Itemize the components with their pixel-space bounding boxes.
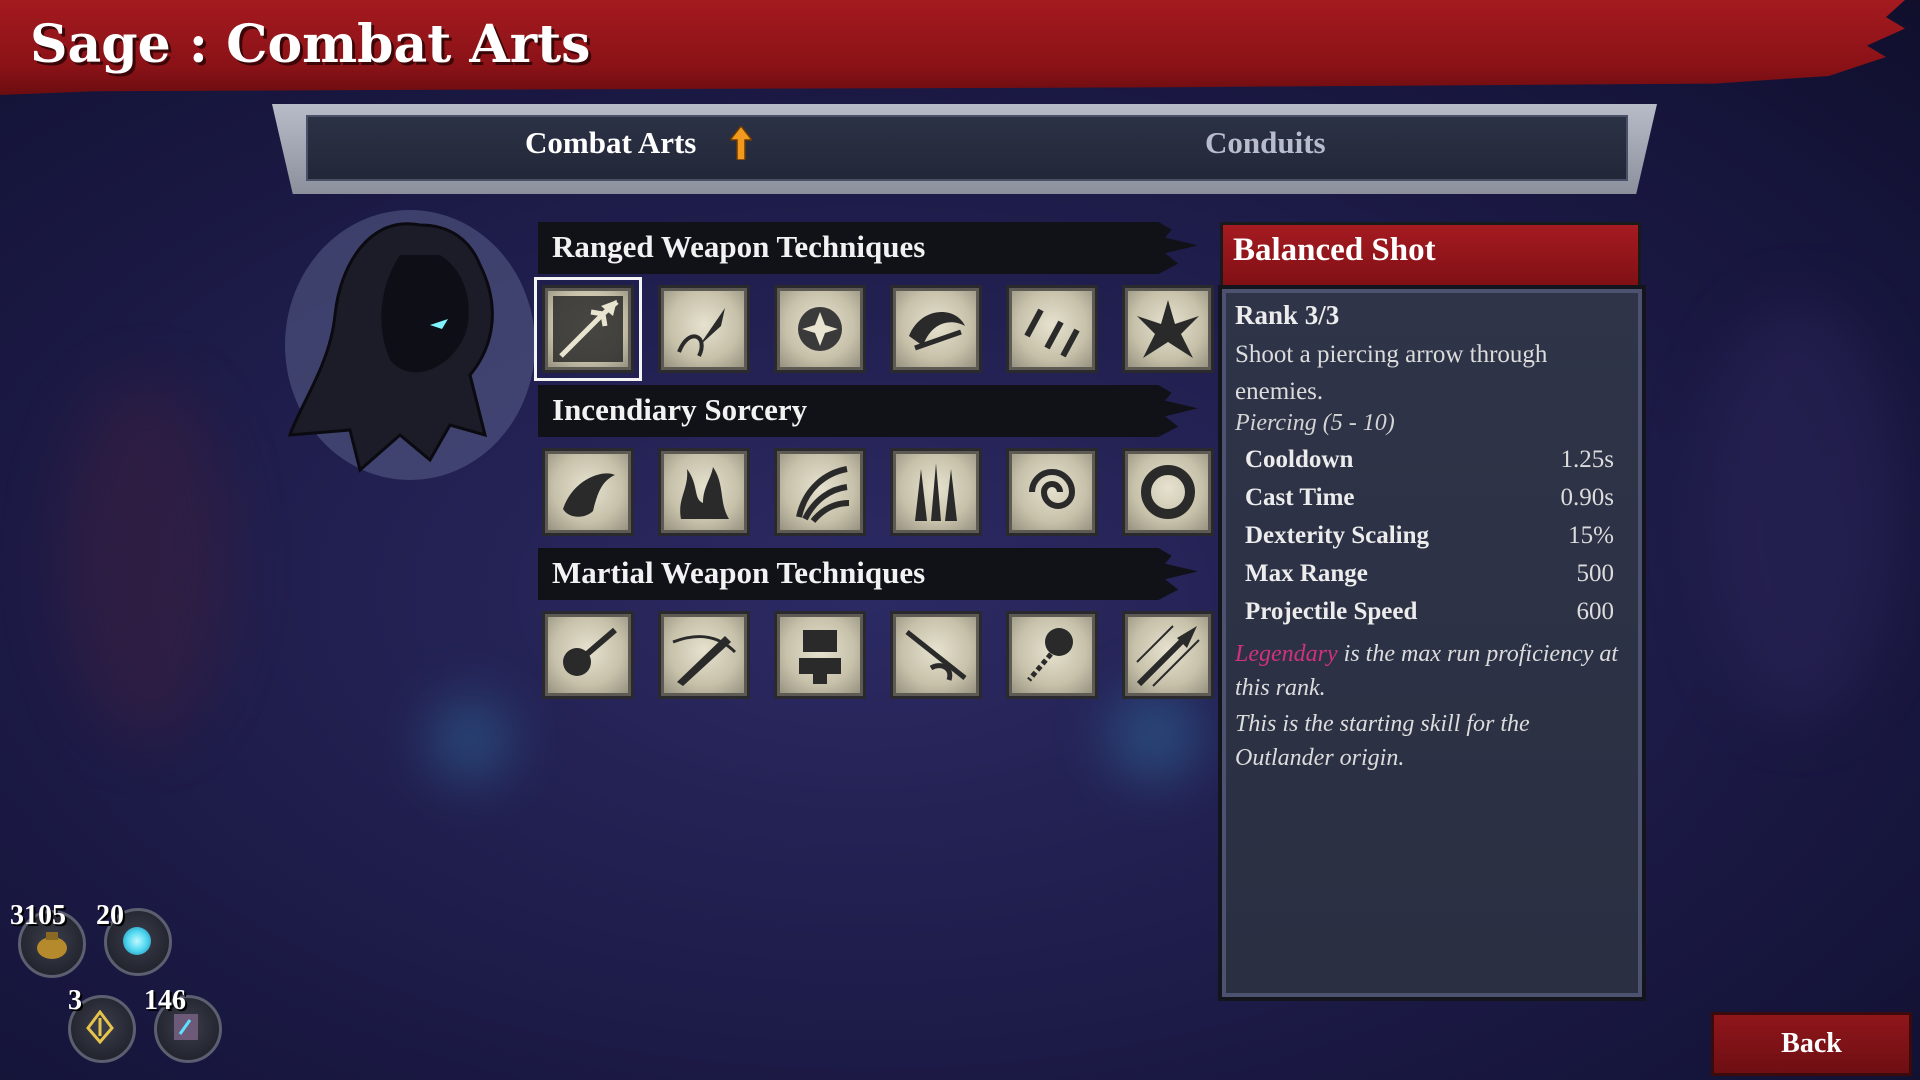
stat-label-cooldown: Cooldown (1245, 446, 1354, 473)
rune-count: 3 (68, 985, 82, 1016)
skill-sword-slash[interactable] (658, 611, 750, 699)
skill-tag: Piercing (5 - 10) (1235, 410, 1395, 436)
scroll-count: 146 (144, 985, 186, 1016)
gold-pouch-glyph (37, 932, 67, 959)
skill-spike-burst[interactable] (1122, 285, 1214, 373)
skill-anvil-smash[interactable] (774, 611, 866, 699)
mace-spin-icon (563, 627, 617, 676)
skill-dagger-throw[interactable] (658, 285, 750, 373)
background-shape (60, 380, 230, 740)
page-title: Sage : Combat Arts (30, 14, 591, 75)
section-title-ranged: Ranged Weapon Techniques (552, 229, 926, 264)
gold-count: 3105 (10, 900, 66, 931)
star-burst-icon (798, 307, 842, 351)
spear-thrust-icon (1136, 625, 1200, 687)
orb-count: 20 (96, 900, 124, 931)
skill-rank: Rank 3/3 (1235, 300, 1340, 330)
fire-vortex-icon (1029, 469, 1076, 509)
ball-chain-icon (1027, 628, 1073, 682)
back-button[interactable]: Back (1711, 1012, 1912, 1076)
legendary-label: Legendary (1235, 641, 1338, 667)
stat-value-projectile-speed: 600 (1576, 598, 1615, 625)
fireball-icon (563, 473, 615, 517)
background-shape (1700, 300, 1900, 720)
tab-bar (306, 115, 1628, 181)
triple-knives-icon (1024, 308, 1080, 358)
stat-label-cast-time: Cast Time (1245, 484, 1355, 511)
skill-flame-wall[interactable] (658, 448, 750, 536)
stat-label-max-range: Max Range (1245, 560, 1368, 587)
skill-fireball[interactable] (542, 448, 634, 536)
skill-arrow-shot[interactable] (534, 277, 642, 381)
skill-fire-spikes[interactable] (890, 448, 982, 536)
origin-note: This is the starting skill for the Outla… (1235, 711, 1530, 771)
skill-star-burst[interactable] (774, 285, 866, 373)
skill-row-ranged (534, 277, 1214, 381)
stat-value-cooldown: 1.25s (1560, 446, 1614, 473)
skill-triple-knives[interactable] (1006, 285, 1098, 373)
stat-label-projectile-speed: Projectile Speed (1245, 598, 1418, 625)
skill-ball-chain[interactable] (1006, 611, 1098, 699)
section-title-martial: Martial Weapon Techniques (552, 555, 926, 590)
rune-glyph (86, 1010, 114, 1044)
arrow-up-icon (730, 126, 752, 160)
skill-fire-vortex[interactable] (1006, 448, 1098, 536)
flail-sweep-icon (905, 630, 967, 681)
tab-conduits[interactable]: Conduits (1205, 125, 1326, 161)
hooded-character-portrait (285, 210, 535, 480)
skill-flail-sweep[interactable] (890, 611, 982, 699)
skill-mace-spin[interactable] (542, 611, 634, 699)
arrow-shot-icon (553, 296, 623, 362)
fire-ring-icon (1141, 465, 1195, 519)
crescent-slash-icon (909, 312, 965, 351)
background-light (430, 700, 510, 780)
anvil-smash-icon (799, 630, 841, 684)
section-title-incendiary: Incendiary Sorcery (552, 392, 808, 427)
stat-value-max-range: 500 (1576, 560, 1615, 587)
dagger-throw-icon (677, 308, 725, 357)
proficiency-note: Legendary is the max run proficiency at … (1235, 637, 1625, 705)
stat-value-cast-time: 0.90s (1560, 484, 1614, 511)
tab-combat-arts[interactable]: Combat Arts (525, 125, 696, 161)
skill-description: Shoot a piercing arrow through enemies. (1235, 341, 1548, 405)
spike-burst-icon (1137, 300, 1199, 358)
stat-value-dexterity-scaling: 15% (1568, 522, 1614, 549)
skill-crescent-slash[interactable] (890, 285, 982, 373)
skill-row-martial (542, 611, 1214, 699)
blue-orb-glyph (123, 927, 151, 955)
flame-wall-icon (680, 467, 729, 519)
background-light (1110, 690, 1200, 780)
fire-spikes-icon (915, 463, 957, 521)
skill-spear-thrust[interactable] (1122, 611, 1214, 699)
skill-detail-title: Balanced Shot (1233, 232, 1436, 268)
stat-label-dexterity-scaling: Dexterity Scaling (1245, 522, 1429, 549)
fire-claw-icon (796, 466, 850, 523)
skill-row-incendiary (542, 448, 1214, 536)
skill-fire-ring[interactable] (1122, 448, 1214, 536)
sword-slash-icon (672, 635, 737, 686)
skill-fire-claw[interactable] (774, 448, 866, 536)
